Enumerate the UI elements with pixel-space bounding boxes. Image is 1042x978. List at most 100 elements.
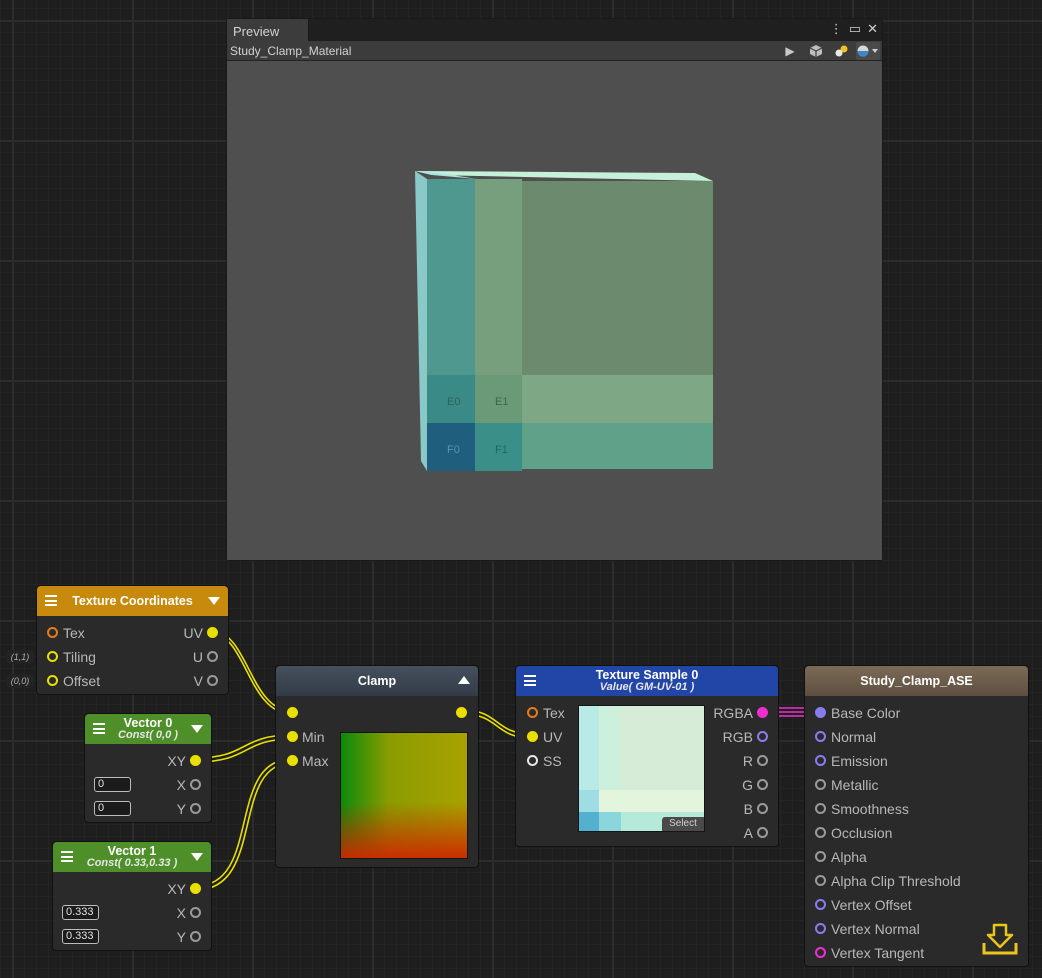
output-port-x[interactable] bbox=[190, 907, 201, 918]
cube-icon[interactable] bbox=[804, 42, 828, 60]
output-port-v[interactable] bbox=[207, 675, 218, 686]
input-port-min[interactable] bbox=[287, 731, 298, 742]
hamburger-icon[interactable] bbox=[61, 851, 73, 862]
output-port-b[interactable] bbox=[757, 803, 768, 814]
input-port-tex[interactable] bbox=[47, 627, 58, 638]
texture-sample-node[interactable]: Texture Sample 0 Value( GM-UV-01 ) Tex U… bbox=[515, 665, 779, 847]
output-port-x[interactable] bbox=[190, 779, 201, 790]
hamburger-icon[interactable] bbox=[45, 595, 57, 606]
download-icon[interactable] bbox=[982, 923, 1018, 955]
output-port-uv[interactable] bbox=[207, 627, 218, 638]
output-port-g[interactable] bbox=[757, 779, 768, 790]
input-label-vertex-offset: Vertex Offset bbox=[831, 897, 912, 913]
input-port-normal[interactable] bbox=[815, 731, 826, 742]
output-label-g: G bbox=[742, 777, 753, 793]
input-label-occlusion: Occlusion bbox=[831, 825, 893, 841]
output-label-x: X bbox=[176, 905, 186, 921]
input-port-vertex-offset[interactable] bbox=[815, 899, 826, 910]
output-label-y: Y bbox=[176, 801, 186, 817]
output-label-y: Y bbox=[176, 929, 186, 945]
input-port-uv[interactable] bbox=[527, 731, 538, 742]
input-label-min: Min bbox=[302, 729, 325, 745]
output-port-xy[interactable] bbox=[190, 755, 201, 766]
lights-icon[interactable] bbox=[830, 42, 854, 60]
input-port-alpha[interactable] bbox=[815, 851, 826, 862]
preview-tab[interactable]: Preview bbox=[227, 19, 309, 41]
input-label-vertex-tangent: Vertex Tangent bbox=[831, 945, 925, 961]
preview-window[interactable]: Preview ⋮ ▭ ✕ Study_Clamp_Material ▶ E0 … bbox=[226, 18, 883, 561]
close-icon[interactable]: ✕ bbox=[867, 21, 878, 37]
input-port-tiling[interactable] bbox=[47, 651, 58, 662]
output-label-rgb: RGB bbox=[722, 729, 753, 745]
x-value-field[interactable]: 0.333 bbox=[62, 905, 99, 920]
output-label-x: X bbox=[176, 777, 186, 793]
vector1-header[interactable]: Vector 1 Const( 0.33,0.33 ) bbox=[53, 842, 211, 872]
output-port-xy[interactable] bbox=[190, 883, 201, 894]
chevron-up-icon[interactable] bbox=[458, 676, 470, 684]
x-value-field[interactable]: 0 bbox=[94, 777, 131, 792]
preview-material-title: Study_Clamp_Material bbox=[230, 44, 352, 58]
node-title: Vector 1 bbox=[107, 844, 157, 858]
offset-hint: (0,0) bbox=[6, 674, 34, 688]
input-port-vertex-normal[interactable] bbox=[815, 923, 826, 934]
y-value-field[interactable]: 0.333 bbox=[62, 929, 99, 944]
output-port-y[interactable] bbox=[190, 803, 201, 814]
clamp-node[interactable]: Clamp Min Max bbox=[275, 665, 479, 868]
input-label-alpha: Alpha bbox=[831, 849, 867, 865]
input-port-base-color[interactable] bbox=[815, 707, 826, 718]
input-port-ss[interactable] bbox=[527, 755, 538, 766]
input-port-occlusion[interactable] bbox=[815, 827, 826, 838]
vector0-node[interactable]: Vector 0 Const( 0,0 ) XY 0 X 0 Y bbox=[84, 713, 212, 823]
input-port-emission[interactable] bbox=[815, 755, 826, 766]
chevron-down-icon[interactable] bbox=[208, 597, 220, 605]
cube-label-e0: E0 bbox=[447, 396, 460, 408]
input-port-smoothness[interactable] bbox=[815, 803, 826, 814]
maximize-icon[interactable]: ▭ bbox=[849, 21, 861, 37]
node-title: Clamp bbox=[357, 674, 397, 688]
node-title: Texture Sample 0 bbox=[595, 668, 699, 682]
more-icon[interactable]: ⋮ bbox=[830, 21, 843, 37]
texture-sample-header[interactable]: Texture Sample 0 Value( GM-UV-01 ) bbox=[516, 666, 778, 696]
texture-coordinates-header[interactable]: Texture Coordinates bbox=[37, 586, 228, 616]
play-icon[interactable]: ▶ bbox=[778, 42, 802, 60]
output-port-rgba[interactable] bbox=[757, 707, 768, 718]
y-value-field[interactable]: 0 bbox=[94, 801, 131, 816]
preview-tools: ▶ bbox=[778, 42, 880, 60]
output-label-xy: XY bbox=[167, 753, 186, 769]
hamburger-icon[interactable] bbox=[93, 723, 105, 734]
vector0-header[interactable]: Vector 0 Const( 0,0 ) bbox=[85, 714, 211, 744]
output-node[interactable]: Study_Clamp_ASE Base Color Normal Emissi… bbox=[804, 665, 1029, 967]
output-label-b: B bbox=[743, 801, 753, 817]
output-label-a: A bbox=[743, 825, 753, 841]
output-port-r[interactable] bbox=[757, 755, 768, 766]
input-port-alpha-clip-threshold[interactable] bbox=[815, 875, 826, 886]
output-port-u[interactable] bbox=[207, 651, 218, 662]
hamburger-icon[interactable] bbox=[524, 675, 536, 686]
texture-thumbnail[interactable]: Select bbox=[578, 705, 705, 832]
sphere-icon[interactable] bbox=[856, 42, 880, 60]
preview-toolbar: Study_Clamp_Material ▶ bbox=[227, 41, 882, 61]
vector1-node[interactable]: Vector 1 Const( 0.33,0.33 ) XY 0.333 X 0… bbox=[52, 841, 212, 951]
output-label-r: R bbox=[742, 753, 753, 769]
chevron-down-icon[interactable] bbox=[191, 725, 203, 733]
preview-viewport[interactable]: E0 E1 F0 F1 bbox=[227, 61, 882, 560]
input-port-tex[interactable] bbox=[527, 707, 538, 718]
input-port-value[interactable] bbox=[287, 707, 298, 718]
node-title: Study_Clamp_ASE bbox=[860, 674, 973, 688]
output-port-result[interactable] bbox=[456, 707, 467, 718]
texture-coordinates-node[interactable]: Texture Coordinates Tex Tiling Offset UV… bbox=[36, 585, 229, 695]
output-port-y[interactable] bbox=[190, 931, 201, 942]
select-texture-button[interactable]: Select bbox=[662, 817, 704, 831]
chevron-down-icon[interactable] bbox=[191, 853, 203, 861]
output-header[interactable]: Study_Clamp_ASE bbox=[805, 666, 1028, 696]
input-port-vertex-tangent[interactable] bbox=[815, 947, 826, 958]
input-port-offset[interactable] bbox=[47, 675, 58, 686]
output-port-rgb[interactable] bbox=[757, 731, 768, 742]
input-label-tex: Tex bbox=[543, 705, 565, 721]
input-label-normal: Normal bbox=[831, 729, 877, 745]
input-port-metallic[interactable] bbox=[815, 779, 826, 790]
clamp-header[interactable]: Clamp bbox=[276, 666, 478, 696]
input-port-max[interactable] bbox=[287, 755, 298, 766]
output-port-a[interactable] bbox=[757, 827, 768, 838]
output-label-uv: UV bbox=[183, 625, 203, 641]
